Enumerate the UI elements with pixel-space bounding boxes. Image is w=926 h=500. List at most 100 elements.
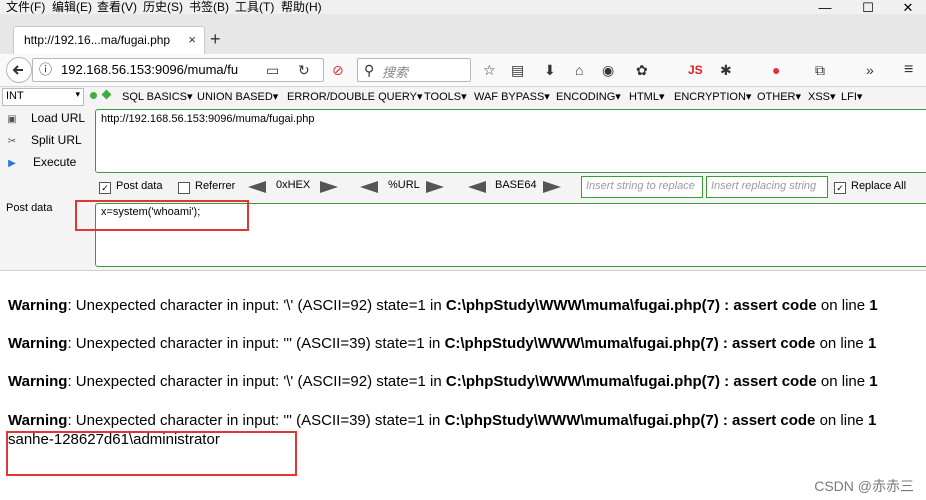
load-url-icon: ▣	[7, 114, 17, 125]
js-toggle-icon[interactable]: JS	[688, 62, 703, 78]
globe-icon[interactable]: ◉	[602, 62, 614, 78]
search-icon: ⚲	[364, 62, 375, 78]
type-select[interactable]: INT ▾	[2, 88, 84, 106]
menu-file[interactable]: 文件(F)	[6, 0, 45, 15]
new-tab-icon[interactable]: +	[210, 29, 221, 50]
hex-decode-arrow-icon[interactable]	[248, 181, 266, 193]
warning-path: C:\phpStudy\WWW\muma\fugai.php(7) : asse…	[445, 373, 817, 390]
post-data-checkbox[interactable]: ✓	[99, 182, 111, 194]
search-box[interactable]: ⚲ 搜索	[357, 58, 471, 82]
post-data-highlight-box	[75, 200, 249, 231]
warning-line: Warning: Unexpected character in input: …	[8, 373, 878, 390]
browser-tab[interactable]: http://192.16...ma/fugai.php ×	[13, 26, 205, 55]
menu-view[interactable]: 查看(V)	[97, 0, 137, 15]
watermark: CSDN @赤赤三	[814, 478, 914, 494]
warning-text: : Unexpected character in input: ''' (AS…	[67, 335, 445, 352]
referrer-checkbox[interactable]	[178, 182, 190, 194]
replacing-string-placeholder: Insert replacing string	[711, 180, 817, 192]
chevron-down-icon: ▾	[75, 89, 80, 99]
warning-text: : Unexpected character in input: '\' (AS…	[67, 297, 446, 314]
dot-icon	[90, 92, 97, 99]
block-icon[interactable]: ⊘	[332, 62, 344, 78]
warning-text: : Unexpected character in input: ''' (AS…	[67, 412, 445, 429]
replace-string-placeholder: Insert string to replace	[586, 180, 695, 192]
warning-line-number: 1	[867, 335, 877, 352]
warning-line: Warning: Unexpected character in input: …	[8, 335, 876, 352]
menu-tools[interactable]: TOOLS▾	[424, 90, 467, 103]
warning-label: Warning	[8, 335, 68, 352]
warning-tail: on line	[815, 335, 868, 352]
warning-tail: on line	[816, 373, 870, 390]
warning-line-number: 1	[869, 297, 878, 314]
diamond-icon	[101, 89, 112, 100]
warning-path: C:\phpStudy\WWW\muma\fugai.php(7) : asse…	[444, 412, 816, 429]
url-encoding-label: %URL	[388, 179, 420, 191]
warning-line-number: 1	[867, 412, 877, 429]
base64-decode-arrow-icon[interactable]	[468, 181, 486, 193]
menu-history[interactable]: 历史(S)	[143, 0, 183, 15]
hackbar-panel: ▣ Load URL ✂ Split URL ▶ Execute http://…	[0, 107, 926, 271]
warning-path: C:\phpStudy\WWW\muma\fugai.php(7) : asse…	[445, 297, 817, 314]
menu-help[interactable]: 帮助(H)	[281, 0, 322, 15]
url-encode-arrow-icon[interactable]	[426, 181, 444, 193]
replacing-string-input[interactable]: Insert replacing string	[706, 176, 828, 198]
output-highlight-box	[6, 431, 297, 476]
menu-bar: 文件(F) 编辑(E) 查看(V) 历史(S) 书签(B) 工具(T) 帮助(H…	[0, 0, 926, 15]
post-data-label: Post data	[6, 202, 53, 214]
addon-icon[interactable]: ●	[772, 62, 780, 78]
hex-encode-arrow-icon[interactable]	[320, 181, 338, 193]
base64-encode-arrow-icon[interactable]	[543, 181, 561, 193]
menu-xss[interactable]: XSS▾	[808, 90, 836, 103]
split-url-button[interactable]: Split URL	[31, 133, 82, 147]
info-icon[interactable]: ⓘ	[39, 62, 52, 78]
warning-tail: on line	[815, 412, 868, 429]
warning-label: Warning	[8, 412, 68, 429]
address-bar[interactable]: ⓘ 192.168.56.153:9096/muma/fu ▭ ↻	[32, 58, 324, 82]
url-decode-arrow-icon[interactable]	[360, 181, 378, 193]
hamburger-menu-icon[interactable]: ≡	[904, 62, 913, 78]
home-icon[interactable]: ⌂	[575, 62, 583, 78]
menu-waf-bypass[interactable]: WAF BYPASS▾	[474, 90, 550, 103]
palette-icon[interactable]: ✿	[636, 62, 648, 78]
url-value: http://192.168.56.153:9096/muma/fugai.ph…	[101, 113, 315, 125]
download-icon[interactable]: ⬇	[544, 62, 556, 78]
warning-label: Warning	[8, 373, 68, 390]
bug-icon[interactable]: ✱	[720, 62, 732, 78]
menu-html[interactable]: HTML▾	[629, 90, 664, 103]
load-url-button[interactable]: Load URL	[31, 111, 85, 125]
bookmark-star-icon[interactable]: ☆	[483, 62, 496, 78]
base64-label: BASE64	[495, 179, 537, 191]
replace-all-label: Replace All	[851, 180, 907, 192]
menu-other[interactable]: OTHER▾	[757, 90, 801, 103]
replace-all-checkbox[interactable]: ✓	[834, 182, 846, 194]
menu-tools[interactable]: 工具(T)	[235, 0, 274, 15]
warning-line: Warning: Unexpected character in input: …	[8, 297, 878, 314]
page-action-icon[interactable]: ▭	[266, 62, 279, 78]
tab-close-icon[interactable]: ×	[188, 32, 196, 47]
warning-text: : Unexpected character in input: '\' (AS…	[67, 373, 446, 390]
search-placeholder: 搜索	[382, 65, 409, 80]
execute-button[interactable]: Execute	[33, 155, 76, 169]
menu-bookmarks[interactable]: 书签(B)	[189, 0, 229, 15]
back-arrow-icon	[12, 65, 23, 75]
overflow-icon[interactable]: »	[866, 62, 874, 78]
menu-lfi[interactable]: LFI▾	[841, 90, 862, 103]
menu-encryption[interactable]: ENCRYPTION▾	[674, 90, 751, 103]
replace-string-input[interactable]: Insert string to replace	[581, 176, 703, 198]
address-text: 192.168.56.153:9096/muma/fu	[61, 62, 239, 77]
reload-icon[interactable]: ↻	[298, 62, 310, 78]
execute-icon: ▶	[8, 158, 16, 169]
menu-encoding[interactable]: ENCODING▾	[556, 90, 621, 103]
menu-union-based[interactable]: UNION BASED▾	[197, 90, 278, 103]
reader-icon[interactable]: ▤	[511, 62, 524, 78]
tab-strip: http://192.16...ma/fugai.php × +	[0, 14, 926, 55]
url-textarea[interactable]: http://192.168.56.153:9096/muma/fugai.ph…	[95, 109, 926, 173]
menu-error-double-query[interactable]: ERROR/DOUBLE QUERY▾	[287, 90, 423, 103]
sidebar-icon[interactable]: ⧉	[815, 62, 825, 78]
warning-line: Warning: Unexpected character in input: …	[8, 412, 876, 429]
post-data-checkbox-label: Post data	[116, 180, 163, 192]
navigation-bar: ⓘ 192.168.56.153:9096/muma/fu ▭ ↻ ⊘ ⚲ 搜索…	[0, 54, 926, 87]
menu-edit[interactable]: 编辑(E)	[52, 0, 92, 15]
menu-sql-basics[interactable]: SQL BASICS▾	[122, 90, 193, 103]
back-button[interactable]	[6, 57, 32, 83]
